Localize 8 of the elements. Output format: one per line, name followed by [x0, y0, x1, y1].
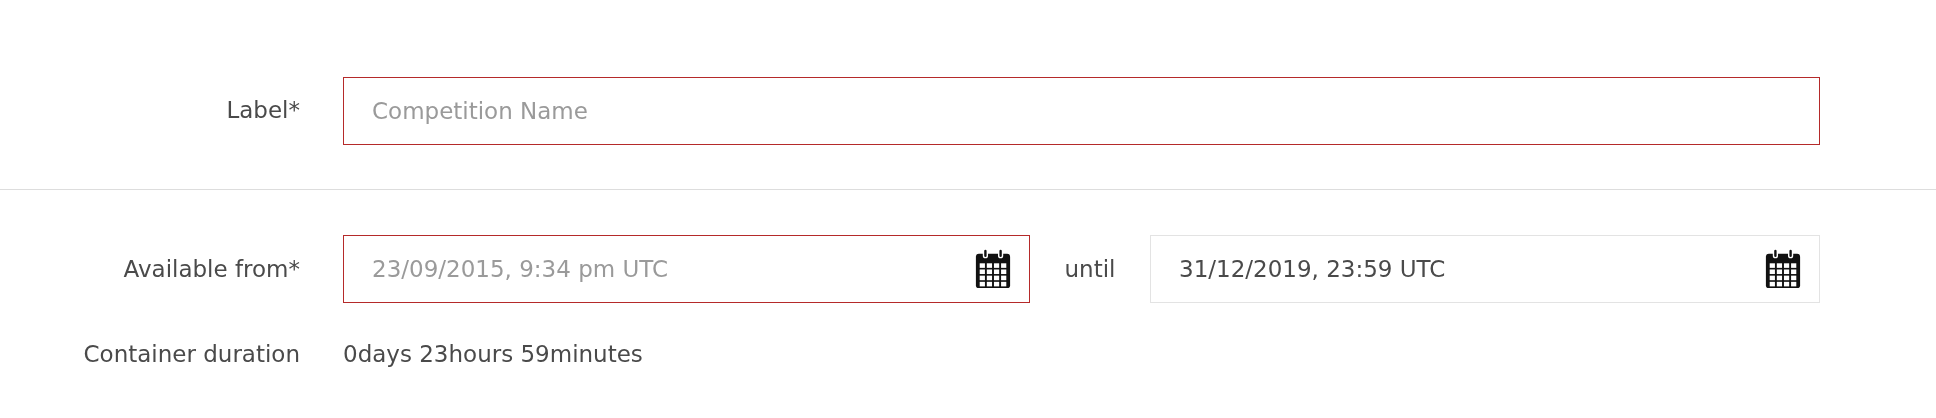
start-date-field[interactable]: 23/09/2015, 9:34 pm UTC	[343, 235, 1030, 303]
field-label: Container duration	[82, 341, 300, 367]
end-date-field[interactable]: 31/12/2019, 23:59 UTC	[1150, 235, 1820, 303]
field-label: Available from*	[122, 256, 300, 282]
label-input-field[interactable]: Competition Name	[343, 77, 1820, 145]
duration-value: 0days 23hours 59minutes	[343, 341, 643, 367]
field-label: Label*	[225, 97, 300, 123]
until-text: until	[1063, 256, 1117, 282]
